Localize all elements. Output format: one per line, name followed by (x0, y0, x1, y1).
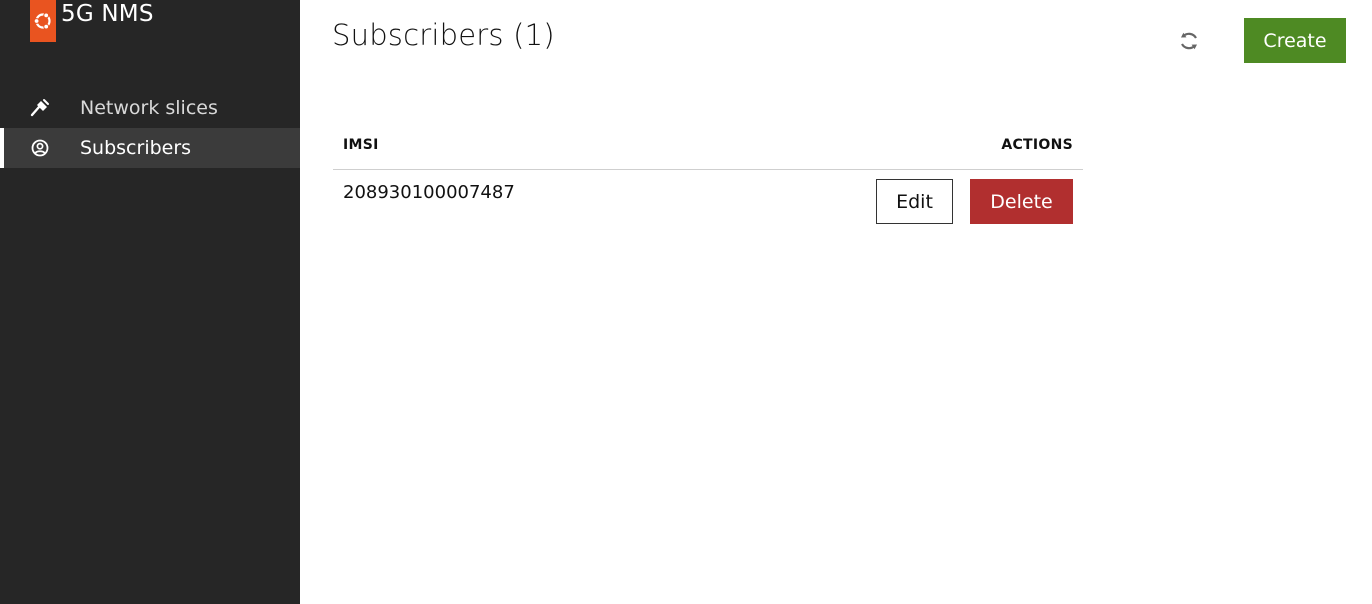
delete-button[interactable]: Delete (970, 179, 1073, 224)
sidebar-nav: Network slices Subscribers (0, 88, 300, 168)
sidebar-item-label: Subscribers (80, 137, 192, 159)
plug-icon (30, 98, 50, 118)
column-header-actions: ACTIONS (684, 120, 1083, 170)
sidebar-item-label: Network slices (80, 97, 218, 119)
sidebar-item-subscribers[interactable]: Subscribers (0, 128, 300, 168)
actions-cell: Edit Delete (685, 170, 1083, 245)
app-name: 5G NMS (61, 1, 154, 27)
subscribers-table: IMSI ACTIONS 208930100007487 Edit Delete (333, 120, 1083, 244)
column-header-imsi[interactable]: IMSI (333, 120, 685, 170)
sidebar-item-network-slices[interactable]: Network slices (0, 88, 300, 128)
create-button[interactable]: Create (1244, 18, 1346, 63)
refresh-icon (1181, 32, 1197, 50)
page-title: Subscribers (1) (332, 18, 555, 52)
sidebar: 5G NMS Network slices Subscribers (0, 0, 300, 604)
ubuntu-logo-icon (30, 0, 56, 42)
edit-button[interactable]: Edit (876, 179, 953, 224)
imsi-cell: 208930100007487 (343, 182, 515, 203)
table-header-row: IMSI ACTIONS (333, 120, 1083, 170)
brand[interactable]: 5G NMS (30, 0, 154, 42)
user-circle-icon (30, 138, 50, 158)
refresh-button[interactable] (1174, 26, 1204, 56)
main-content: Subscribers (1) Create IMSI ACTIONS 2089… (300, 0, 1372, 604)
app-root: 5G NMS Network slices Subscribers Subscr… (0, 0, 1372, 604)
table-row: 208930100007487 Edit Delete (333, 170, 1083, 245)
